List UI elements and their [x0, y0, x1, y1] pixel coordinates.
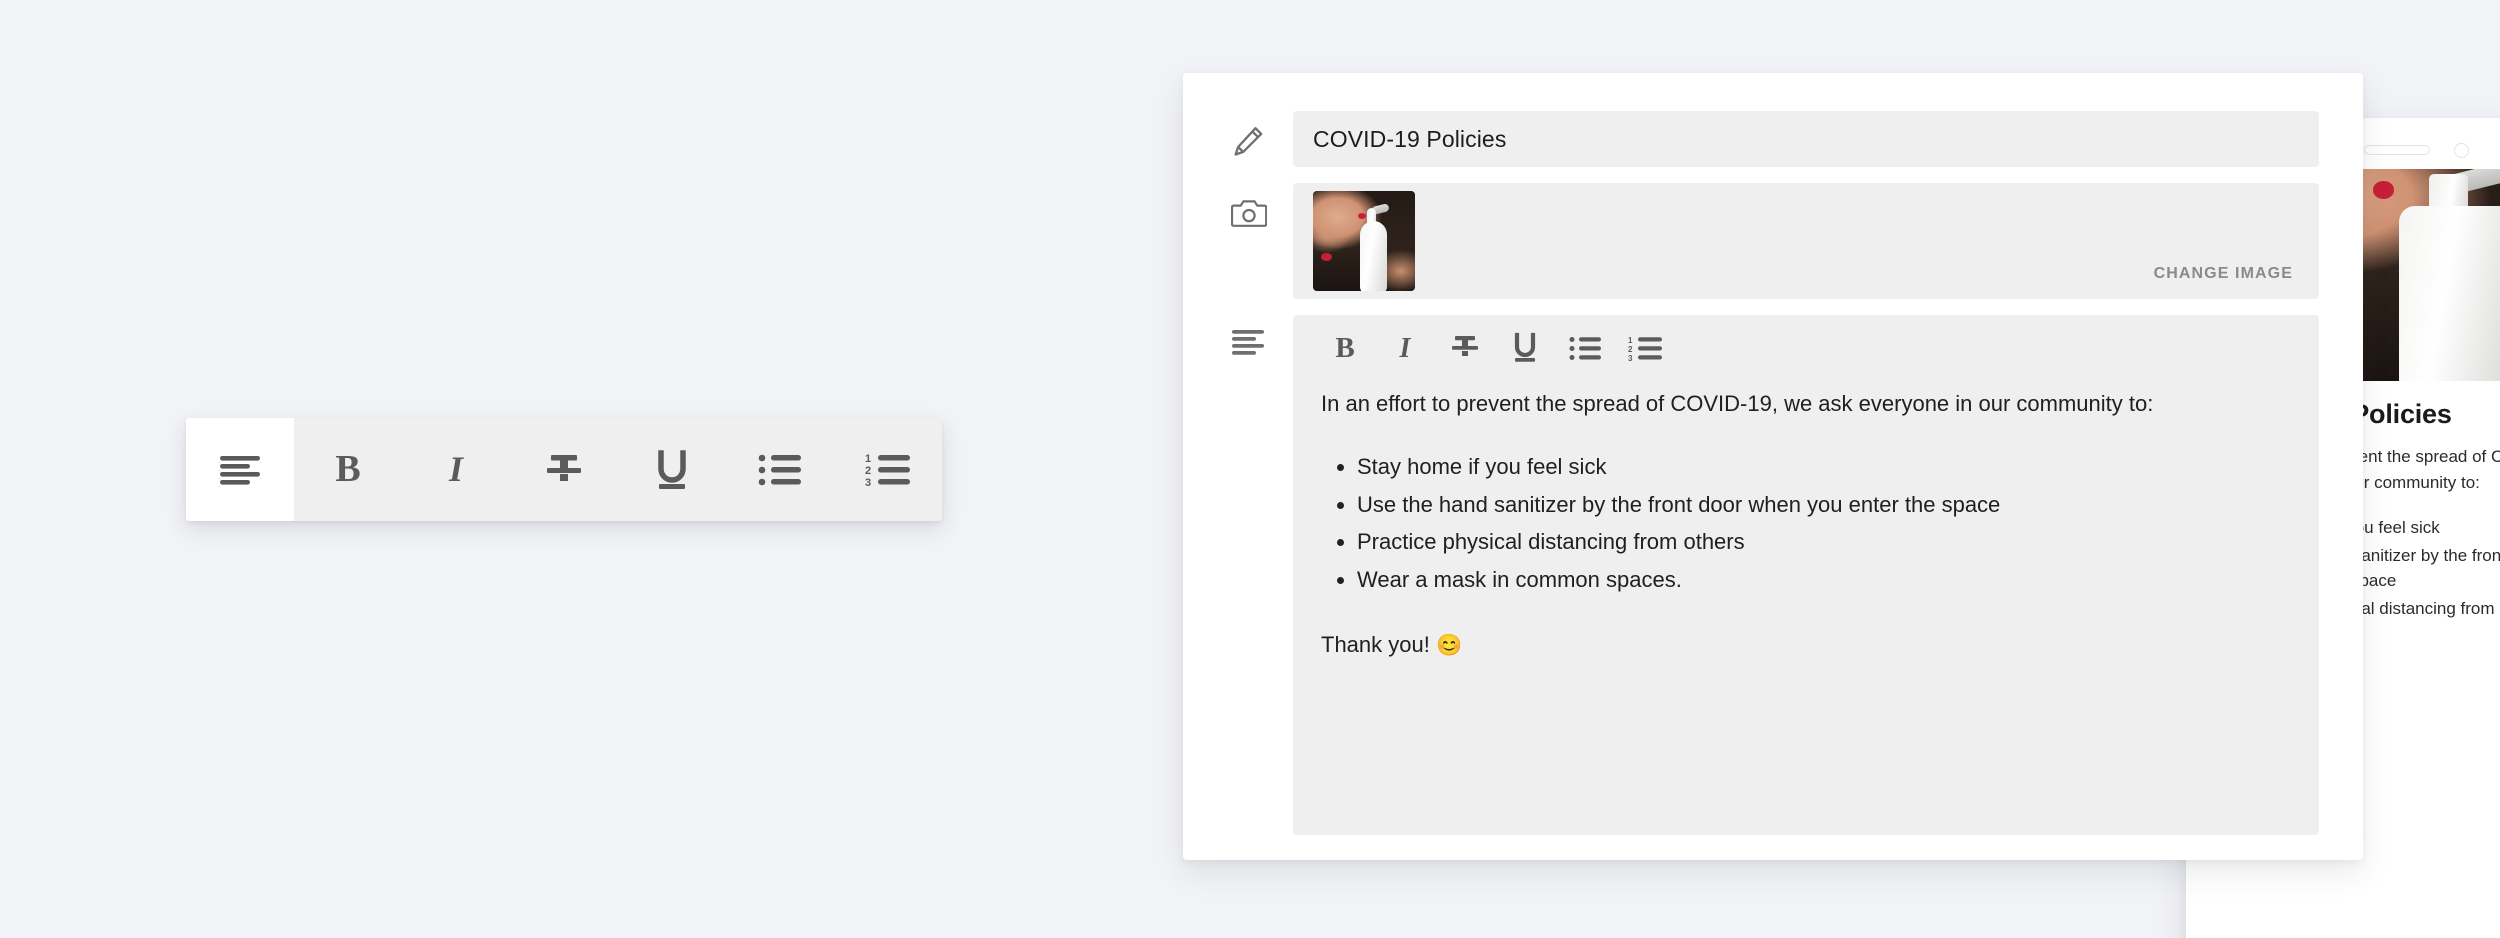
bold-icon: B: [331, 450, 365, 490]
body-format-button-numbered-list[interactable]: 1 2 3: [1615, 325, 1675, 371]
svg-text:I: I: [448, 450, 465, 489]
body-format-toolbar: B I 1 2 3: [1293, 315, 2319, 381]
italic-icon: I: [1392, 333, 1418, 363]
speaker-grille-icon: [2363, 145, 2430, 155]
body-format-button-bulleted-list[interactable]: [1555, 325, 1615, 371]
list-item: Stay home if you feel sick: [1357, 450, 2291, 485]
strikethrough-icon: [1450, 333, 1480, 363]
editor-image-row: CHANGE IMAGE: [1227, 183, 2319, 299]
format-button-align-left[interactable]: [186, 418, 294, 521]
strikethrough-icon: [544, 450, 584, 490]
title-gutter: [1227, 111, 1293, 159]
underline-icon: [652, 449, 692, 491]
front-camera-icon: [2453, 142, 2469, 158]
svg-text:1: 1: [865, 453, 871, 465]
body-format-button-underline[interactable]: [1495, 325, 1555, 371]
numbered-list-icon: 1 2 3: [1628, 336, 1662, 361]
format-button-bold[interactable]: B: [294, 418, 402, 521]
bulleted-list-icon: [1569, 336, 1601, 361]
list-item: Wear a mask in common spaces.: [1357, 563, 2291, 598]
body-closing-text: Thank you!: [1321, 631, 1430, 657]
svg-text:B: B: [335, 450, 360, 490]
align-left-icon: [218, 453, 262, 487]
format-button-numbered-list[interactable]: 1 2 3: [834, 418, 942, 521]
body-closing-line: Thank you! 😊: [1321, 628, 2291, 663]
title-input[interactable]: COVID-19 Policies: [1293, 111, 2319, 167]
italic-icon: I: [439, 450, 473, 490]
hand-sanitizer-photo: [1313, 191, 1415, 291]
image-thumbnail[interactable]: [1313, 191, 1415, 291]
change-image-button[interactable]: CHANGE IMAGE: [2154, 265, 2293, 283]
bulleted-list-icon: [758, 453, 802, 487]
body-gutter: [1227, 315, 1293, 355]
format-button-italic[interactable]: I: [402, 418, 510, 521]
body-bullet-list: Stay home if you feel sick Use the hand …: [1321, 450, 2291, 598]
bold-icon: B: [1332, 333, 1358, 363]
image-field: CHANGE IMAGE: [1293, 183, 2319, 299]
align-left-icon: [1231, 329, 1265, 355]
svg-text:I: I: [1399, 333, 1412, 363]
format-button-strikethrough[interactable]: [510, 418, 618, 521]
body-format-button-italic[interactable]: I: [1375, 325, 1435, 371]
post-editor-card: COVID-19 Policies CHANGE IMAGE B I 1 2 3…: [1183, 73, 2363, 860]
camera-icon: [1231, 197, 1267, 229]
body-paragraph: In an effort to prevent the spread of CO…: [1321, 391, 2154, 416]
format-button-bulleted-list[interactable]: [726, 418, 834, 521]
svg-text:2: 2: [865, 465, 871, 477]
format-button-underline[interactable]: [618, 418, 726, 521]
image-gutter: [1227, 183, 1293, 229]
svg-text:3: 3: [865, 477, 871, 487]
body-content[interactable]: In an effort to prevent the spread of CO…: [1293, 381, 2319, 663]
numbered-list-icon: 1 2 3: [865, 453, 911, 487]
editor-body-row: B I 1 2 3 In an effort to prevent the sp…: [1227, 315, 2319, 835]
body-format-button-bold[interactable]: B: [1315, 325, 1375, 371]
underline-icon: [1510, 332, 1540, 364]
pencil-icon: [1231, 125, 1265, 159]
smiling-face-emoji: 😊: [1435, 633, 1463, 657]
editor-title-row: COVID-19 Policies: [1227, 111, 2319, 167]
list-item: Practice physical distancing from others: [1357, 525, 2291, 560]
body-editor-field[interactable]: B I 1 2 3 In an effort to prevent the sp…: [1293, 315, 2319, 835]
body-format-button-strikethrough[interactable]: [1435, 325, 1495, 371]
floating-format-toolbar: B I 1 2 3: [186, 418, 942, 521]
title-input-value: COVID-19 Policies: [1313, 125, 1507, 152]
svg-text:3: 3: [1628, 354, 1633, 361]
svg-text:1: 1: [1628, 336, 1633, 345]
svg-text:2: 2: [1628, 345, 1633, 354]
list-item: Use the hand sanitizer by the front door…: [1357, 488, 2291, 523]
svg-text:B: B: [1335, 333, 1354, 363]
